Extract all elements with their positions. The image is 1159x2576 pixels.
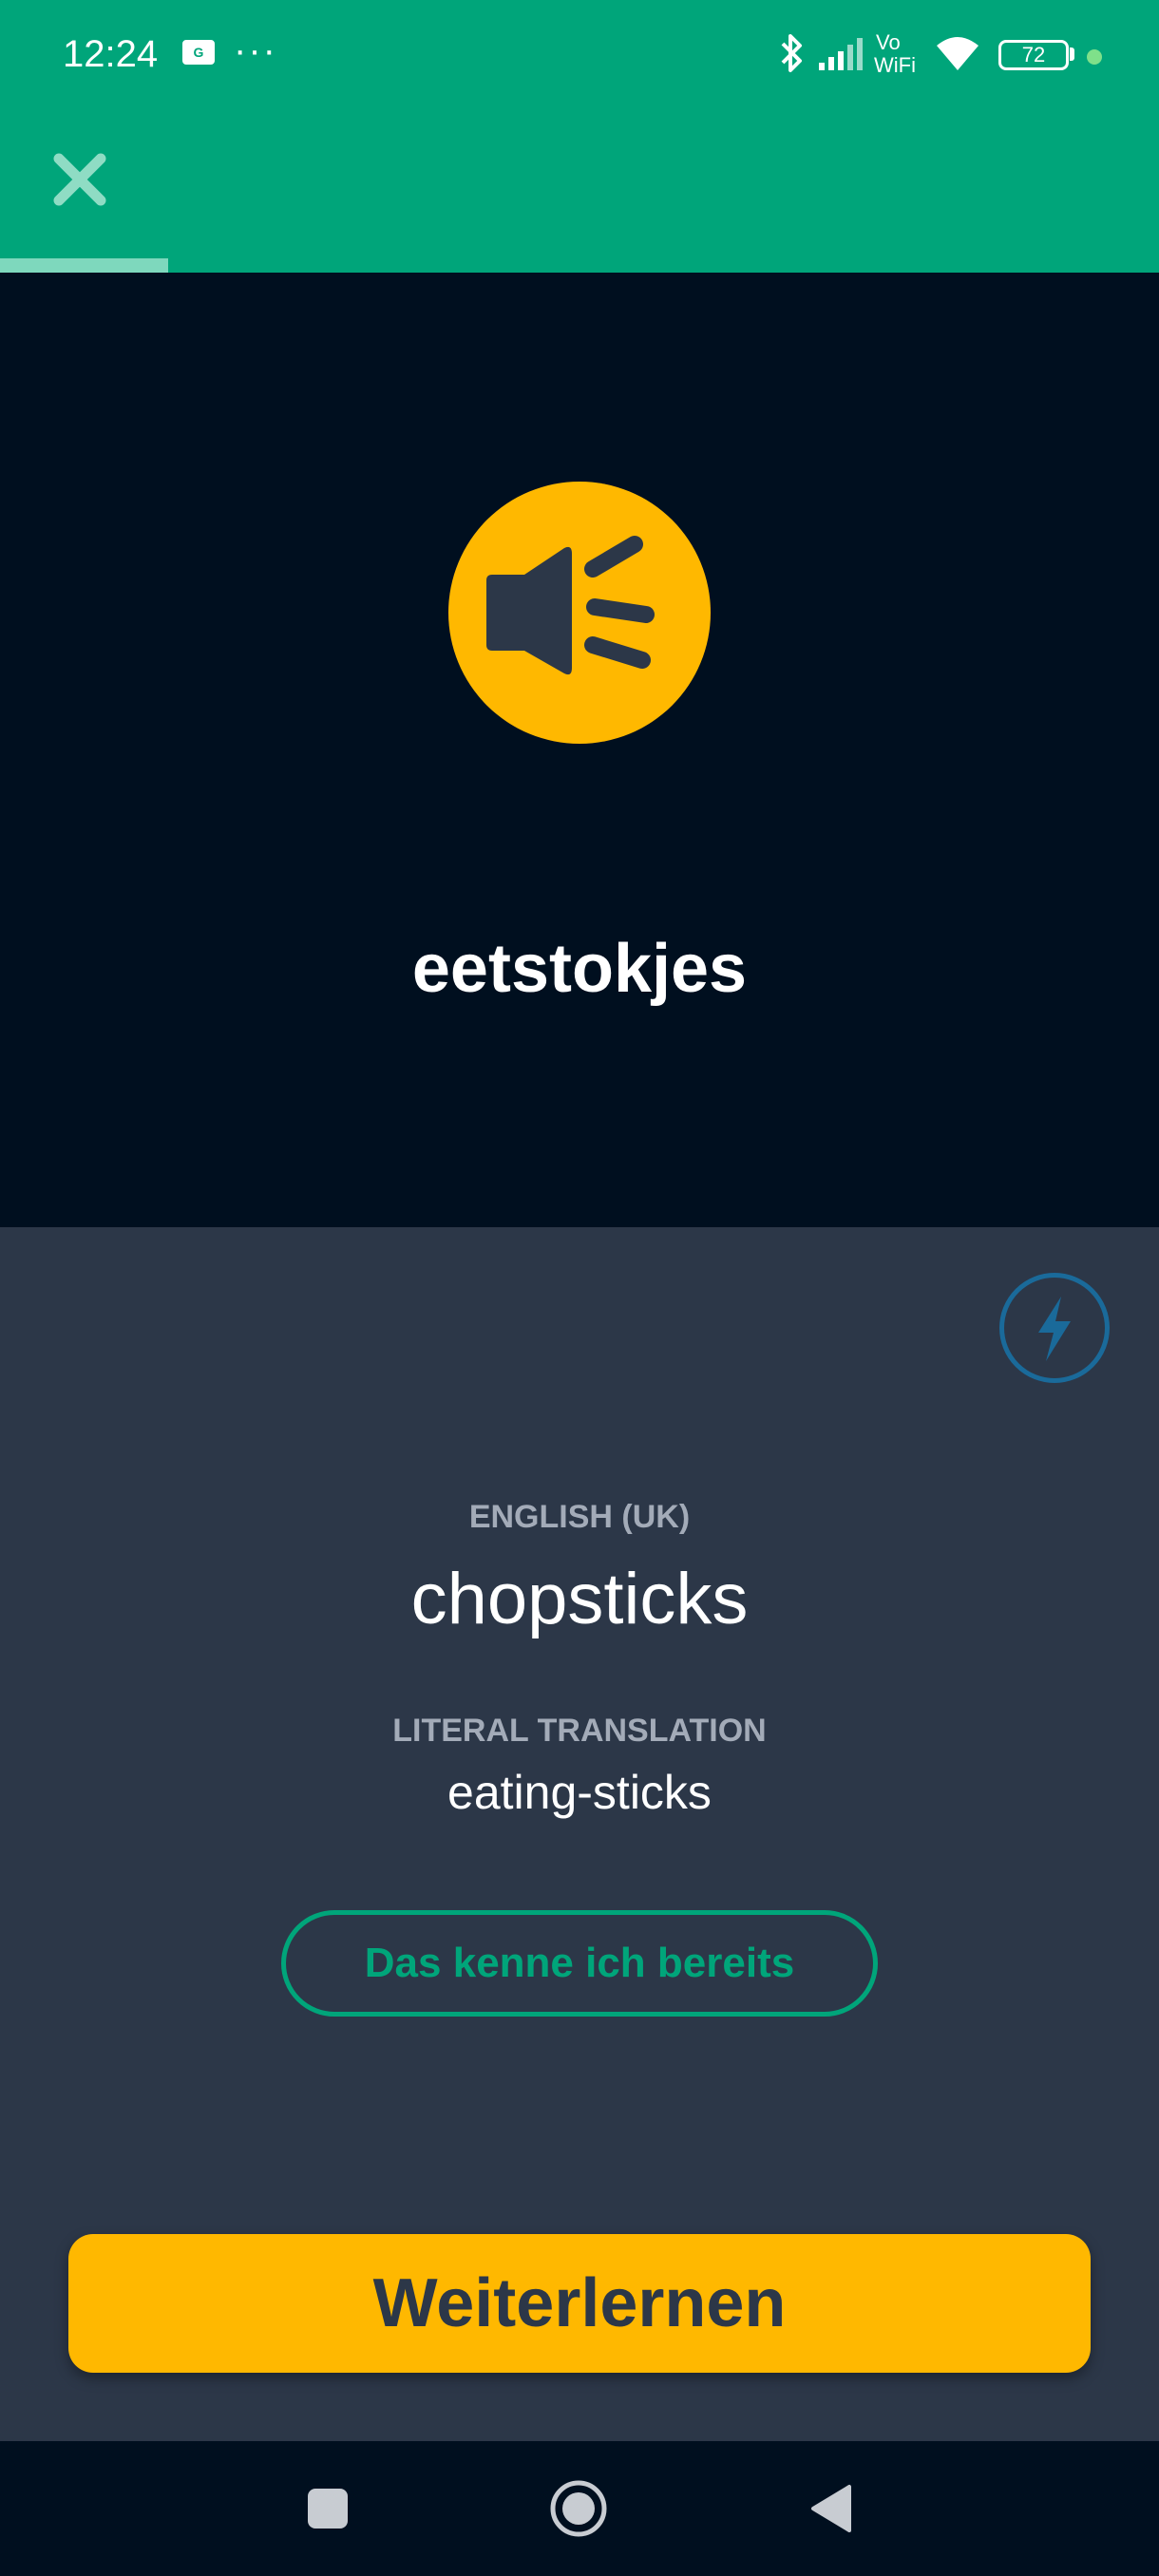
speaker-icon bbox=[486, 536, 655, 675]
language-label: ENGLISH (UK) bbox=[468, 1499, 691, 1535]
vowifi-icon: Vo WiFi bbox=[874, 30, 916, 77]
word-panel: eetstokjes bbox=[0, 273, 1159, 1227]
top-bar: 12:24 G ··· Vo WiFi 72 bbox=[0, 0, 1159, 273]
more-notifications: ··· bbox=[234, 29, 277, 71]
circle-icon[interactable] bbox=[549, 2479, 608, 2538]
status-bar: 12:24 G ··· Vo WiFi 72 bbox=[0, 0, 1159, 106]
lesson-progress-fill bbox=[0, 258, 168, 273]
literal-translation-label: LITERAL TRANSLATION bbox=[392, 1713, 767, 1749]
answer-panel: ENGLISH (UK) chopsticks LITERAL TRANSLAT… bbox=[0, 1227, 1159, 2441]
already-know-button[interactable]: Das kenne ich bereits bbox=[281, 1910, 878, 2017]
square-icon[interactable] bbox=[306, 2487, 350, 2530]
continue-button[interactable]: Weiterlernen bbox=[68, 2234, 1091, 2373]
close-icon[interactable] bbox=[49, 149, 110, 210]
translation-text: chopsticks bbox=[410, 1559, 749, 1639]
wifi-icon bbox=[937, 37, 978, 70]
quick-review-button[interactable] bbox=[999, 1273, 1110, 1383]
lightning-icon bbox=[1038, 1297, 1071, 1361]
ge-notification-icon: G bbox=[182, 40, 215, 65]
literal-translation-text: eating-sticks bbox=[447, 1766, 712, 1819]
status-icons: Vo WiFi 72 bbox=[722, 27, 1159, 80]
system-navigation-bar bbox=[0, 2441, 1159, 2576]
status-time: 12:24 bbox=[63, 33, 159, 75]
signal-icon bbox=[819, 38, 863, 70]
bluetooth-icon bbox=[781, 34, 802, 72]
lesson-progress-bar bbox=[0, 258, 1159, 273]
battery-indicator: 72 bbox=[998, 40, 1069, 70]
privacy-dot bbox=[1087, 49, 1102, 65]
play-audio-button[interactable] bbox=[448, 482, 711, 744]
svg-text:Vo: Vo bbox=[876, 30, 901, 54]
target-word: eetstokjes bbox=[411, 931, 748, 1007]
triangle-back-icon[interactable] bbox=[809, 2483, 853, 2534]
svg-text:WiFi: WiFi bbox=[874, 53, 916, 77]
battery-tip bbox=[1070, 47, 1074, 61]
